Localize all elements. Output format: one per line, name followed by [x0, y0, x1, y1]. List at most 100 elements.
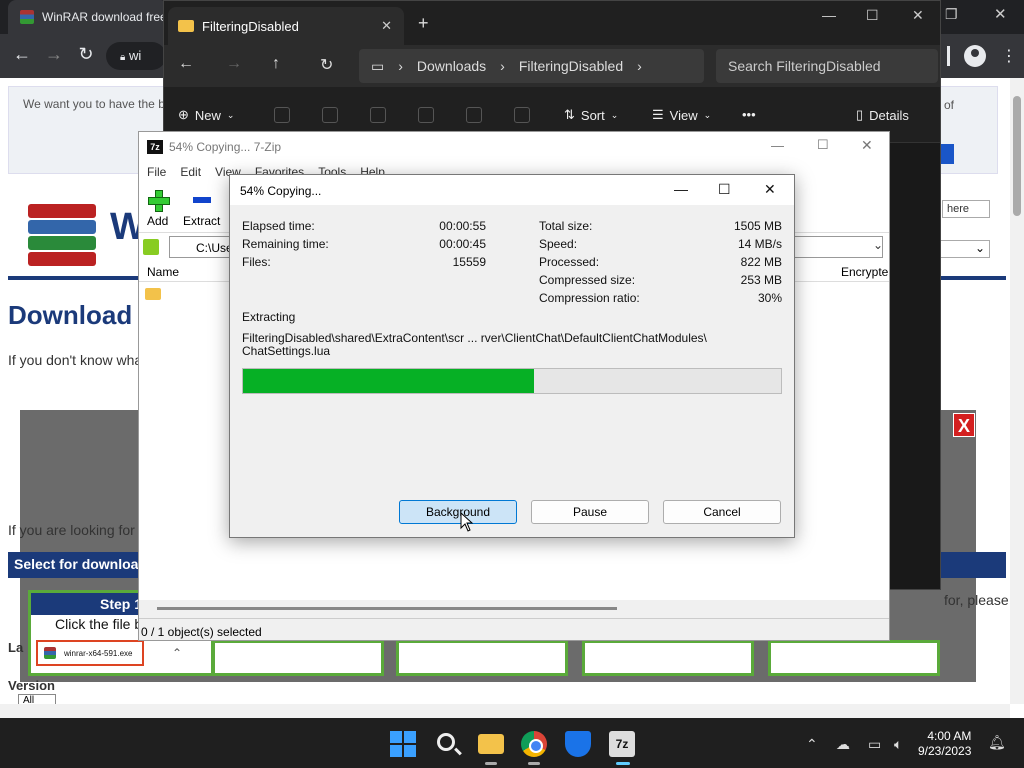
dialog-close-icon[interactable]: ✕ — [764, 181, 776, 198]
compressed-size-value: 253 MB — [740, 273, 782, 287]
dialog-minimize-icon[interactable]: — — [674, 181, 688, 197]
total-size-label: Total size: — [539, 219, 593, 233]
progress-bar-fill — [243, 369, 534, 393]
browser-menu-icon[interactable]: ⋮ — [1001, 46, 1017, 66]
dialog-title: 54% Copying... — [230, 175, 794, 205]
chrome-icon[interactable] — [521, 731, 547, 757]
mouse-cursor-icon — [460, 512, 474, 532]
cut-icon[interactable] — [274, 107, 290, 123]
share-icon[interactable] — [466, 107, 482, 123]
page-search-input[interactable]: here — [942, 200, 990, 218]
paste-icon[interactable] — [370, 107, 386, 123]
background-button[interactable]: Background — [399, 500, 517, 524]
more-options-icon[interactable]: ••• — [742, 107, 756, 122]
processed-label: Processed: — [539, 255, 600, 269]
new-label: New — [194, 107, 221, 123]
lock-icon: 🔒︎ — [120, 52, 126, 63]
page-horizontal-scrollbar[interactable] — [0, 704, 1010, 718]
7zip-maximize-icon[interactable]: ☐ — [817, 137, 829, 153]
extension-icon[interactable] — [947, 46, 951, 66]
folder-up-icon[interactable] — [143, 239, 159, 255]
volume-icon[interactable]: 🔈︎ — [894, 736, 902, 753]
defender-icon[interactable] — [565, 731, 591, 757]
browser-tab[interactable]: WinRAR download free — [8, 0, 168, 34]
network-icon[interactable]: ▭ — [868, 736, 881, 753]
menu-edit[interactable]: Edit — [180, 165, 201, 179]
explorer-up-icon[interactable]: ↑ — [272, 55, 280, 73]
explorer-forward-icon[interactable]: → — [226, 55, 242, 73]
overlay-close-button[interactable]: X — [953, 413, 975, 437]
chevron-down-icon: ⌄ — [610, 109, 619, 120]
chevron-down-icon: ⌄ — [974, 241, 985, 255]
browser-profile-area: ⋮ — [940, 42, 1024, 70]
files-label: Files: — [242, 255, 271, 269]
download-file-name: winrar-x64-591.exe — [64, 649, 133, 658]
new-button[interactable]: ⊕ New ⌄ — [178, 107, 234, 123]
chevron-up-icon: ⌃ — [172, 646, 183, 660]
file-explorer-icon[interactable] — [478, 734, 504, 754]
winrar-file-icon — [44, 647, 56, 659]
explorer-refresh-icon[interactable]: ↻ — [320, 55, 333, 75]
taskbar-clock[interactable]: 4:00 AM 9/23/2023 — [918, 729, 971, 759]
explorer-search-input[interactable]: Search FilteringDisabled — [716, 49, 938, 83]
current-file-name: ChatSettings.lua — [242, 344, 331, 358]
7zip-close-icon[interactable]: ✕ — [861, 137, 873, 154]
browser-close-icon[interactable]: ✕ — [994, 5, 1007, 23]
explorer-minimize-icon[interactable]: — — [822, 7, 836, 23]
cookie-text-fragment: of — [944, 98, 955, 112]
breadcrumb-filteringdisabled[interactable]: FilteringDisabled — [519, 58, 623, 74]
details-button[interactable]: ▯ Details — [856, 107, 909, 123]
7zip-minimize-icon[interactable]: — — [771, 138, 784, 153]
winrar-logo-icon — [28, 204, 96, 266]
plus-icon — [147, 190, 170, 212]
pause-button[interactable]: Pause — [531, 500, 649, 524]
browser-back-icon[interactable]: ← — [10, 44, 34, 65]
cloud-icon[interactable]: ☁ — [836, 736, 850, 753]
folder-icon[interactable] — [145, 288, 161, 300]
chevron-down-icon[interactable]: ⌄ — [873, 238, 883, 252]
explorer-address-bar[interactable]: ▭ › Downloads › FilteringDisabled › — [359, 49, 704, 83]
rename-icon[interactable] — [418, 107, 434, 123]
search-icon[interactable] — [437, 733, 455, 751]
browser-reload-icon[interactable]: ↻ — [74, 44, 98, 65]
sort-button[interactable]: ⇅ Sort ⌄ — [564, 107, 618, 123]
column-encrypted[interactable]: Encrypte — [841, 265, 888, 279]
explorer-close-icon[interactable]: ✕ — [912, 7, 924, 24]
tab-close-icon[interactable]: ✕ — [381, 18, 392, 34]
download-file-chip: winrar-x64-591.exe — [36, 640, 144, 666]
copy-icon[interactable] — [322, 107, 338, 123]
remaining-label: Remaining time: — [242, 237, 329, 251]
cancel-button[interactable]: Cancel — [663, 500, 781, 524]
cookie-accept-button[interactable] — [940, 144, 954, 164]
browser-address-bar[interactable]: 🔒︎ wi — [106, 42, 166, 70]
delete-icon[interactable] — [514, 107, 530, 123]
breadcrumb-downloads[interactable]: Downloads — [417, 58, 486, 74]
7zip-horizontal-scrollbar[interactable] — [157, 607, 617, 610]
browser-restore-icon[interactable]: ❐ — [945, 6, 958, 23]
compression-ratio-label: Compression ratio: — [539, 291, 640, 305]
page-intro-text: If you don't know wha — [8, 352, 143, 368]
breadcrumb-chevron-icon[interactable]: › — [637, 58, 642, 74]
step-3-thumbnail — [396, 640, 568, 676]
page-vertical-scrollbar[interactable] — [1010, 78, 1024, 704]
start-icon[interactable] — [390, 731, 416, 757]
view-button[interactable]: ☰ View ⌄ — [652, 107, 711, 123]
explorer-maximize-icon[interactable]: ☐ — [866, 7, 879, 24]
menu-file[interactable]: File — [147, 165, 166, 179]
page-title: Download — [8, 300, 133, 330]
tray-chevron-up-icon[interactable]: ⌃ — [806, 736, 818, 753]
dialog-maximize-icon[interactable]: ☐ — [718, 181, 731, 198]
profile-avatar-icon[interactable] — [964, 45, 987, 67]
add-button[interactable]: Add — [147, 190, 170, 228]
extract-button[interactable]: Extract — [183, 190, 220, 228]
new-tab-icon[interactable]: + — [418, 13, 429, 34]
address-text: wi — [128, 48, 142, 63]
explorer-tab[interactable]: FilteringDisabled ✕ — [168, 7, 404, 45]
browser-forward-icon[interactable]: → — [42, 44, 66, 65]
breadcrumb-chevron-icon: › — [500, 58, 505, 74]
7zip-icon[interactable]: 7z — [609, 731, 635, 757]
column-name[interactable]: Name — [147, 265, 179, 279]
notification-bell-icon[interactable]: 🔔︎ — [988, 734, 1006, 751]
explorer-back-icon[interactable]: ← — [178, 55, 194, 73]
elapsed-value: 00:00:55 — [439, 219, 486, 233]
